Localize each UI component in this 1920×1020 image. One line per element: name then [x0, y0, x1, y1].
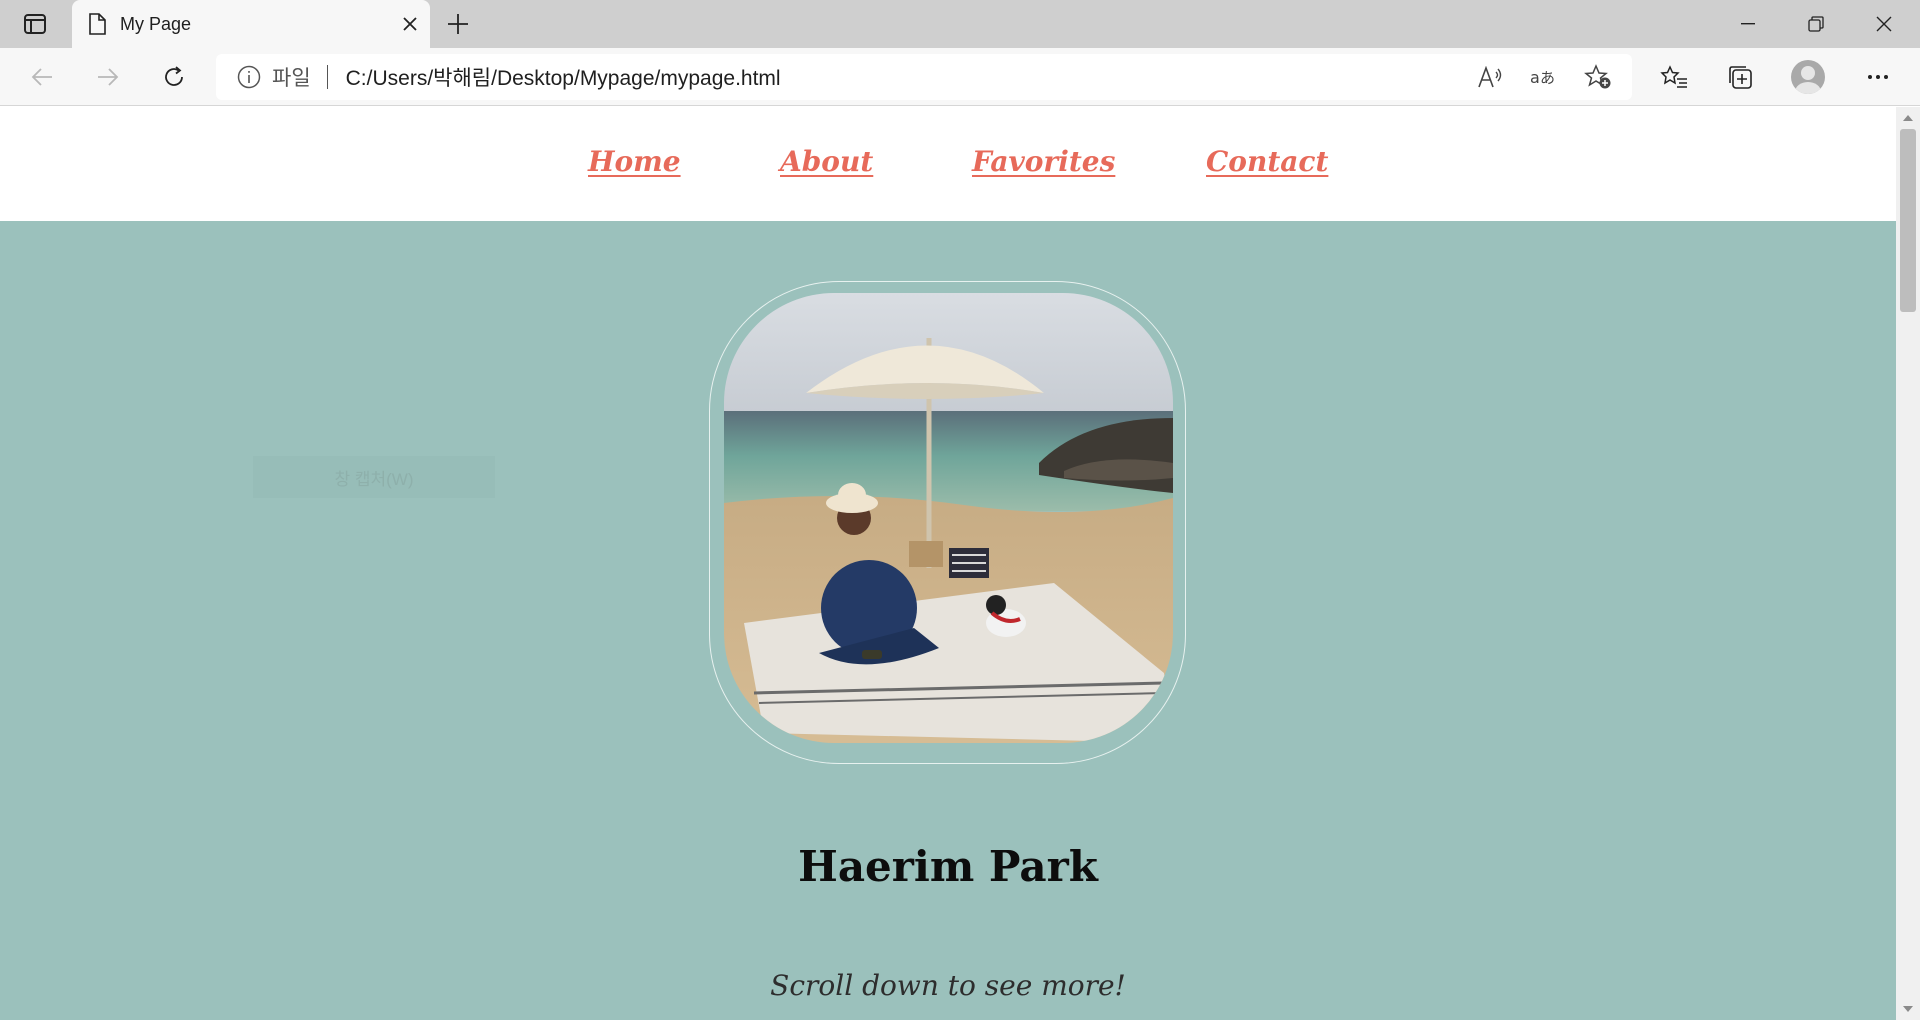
restore-icon — [1808, 16, 1824, 32]
close-icon — [403, 17, 417, 31]
restore-button[interactable] — [1782, 0, 1850, 48]
more-icon — [1868, 75, 1888, 79]
vertical-scrollbar[interactable] — [1896, 107, 1920, 1020]
scroll-down-button[interactable] — [1896, 1000, 1920, 1018]
nav-link-favorites[interactable]: Favorites — [972, 145, 1115, 178]
scroll-hint: Scroll down to see more! — [770, 969, 1126, 1002]
info-icon — [237, 65, 261, 89]
nav-link-contact[interactable]: Contact — [1206, 145, 1328, 178]
arrow-left-icon — [31, 68, 52, 86]
arrow-right-icon — [98, 68, 119, 86]
close-window-button[interactable] — [1850, 0, 1918, 48]
read-aloud-button[interactable] — [1470, 57, 1510, 97]
star-add-icon — [1584, 64, 1611, 89]
profile-name: Haerim Park — [798, 842, 1098, 891]
scroll-up-button[interactable] — [1896, 109, 1920, 127]
minimize-icon — [1741, 23, 1755, 25]
url-text[interactable]: C:/Users/박해림/Desktop/Mypage/mypage.html — [346, 62, 1470, 92]
close-icon — [1876, 16, 1892, 32]
svg-text:あ: あ — [1540, 69, 1555, 87]
tab-actions-menu-button[interactable] — [16, 8, 54, 40]
scrollbar-thumb[interactable] — [1900, 129, 1916, 312]
profile-button[interactable] — [1788, 57, 1828, 97]
favorites-list-icon — [1660, 65, 1687, 88]
plus-icon — [448, 14, 468, 34]
forward-button[interactable] — [88, 57, 128, 97]
back-button[interactable] — [22, 57, 62, 97]
caret-up-icon — [1903, 115, 1913, 121]
settings-menu-button[interactable] — [1858, 57, 1898, 97]
address-bar[interactable]: 파일 C:/Users/박해림/Desktop/Mypage/mypage.ht… — [216, 54, 1632, 100]
caret-down-icon — [1903, 1006, 1913, 1012]
new-tab-button[interactable] — [440, 6, 476, 42]
svg-text:a: a — [1530, 68, 1540, 87]
tab-actions-icon — [24, 14, 46, 34]
site-navigation: Home About Favorites Contact — [0, 107, 1896, 221]
add-favorite-button[interactable] — [1578, 57, 1618, 97]
page-viewport: Home About Favorites Contact 창 캡처(W) Hae… — [0, 107, 1896, 1020]
translate-icon: aあ — [1530, 68, 1555, 87]
refresh-button[interactable] — [154, 57, 194, 97]
minimize-button[interactable] — [1714, 0, 1782, 48]
site-info-button[interactable] — [236, 64, 262, 90]
avatar-icon — [1791, 60, 1825, 94]
translate-button[interactable]: aあ — [1524, 57, 1564, 97]
collections-icon — [1729, 66, 1752, 89]
page-icon — [89, 13, 106, 35]
address-divider — [326, 65, 328, 89]
tab-strip: My Page — [0, 0, 1920, 48]
close-tab-button[interactable] — [390, 4, 430, 44]
browser-tab[interactable]: My Page — [72, 0, 430, 48]
tab-title: My Page — [120, 13, 192, 34]
scheme-label: 파일 — [272, 67, 311, 90]
favorites-button[interactable] — [1654, 57, 1694, 97]
read-aloud-icon — [1478, 66, 1502, 88]
collections-button[interactable] — [1720, 57, 1760, 97]
nav-link-home[interactable]: Home — [588, 145, 681, 178]
nav-link-about[interactable]: About — [780, 145, 873, 178]
refresh-icon — [165, 66, 183, 86]
profile-photo — [724, 293, 1173, 743]
navigation-toolbar: 파일 C:/Users/박해림/Desktop/Mypage/mypage.ht… — [0, 48, 1920, 106]
window-capture-overlay: 창 캡처(W) — [253, 456, 495, 498]
